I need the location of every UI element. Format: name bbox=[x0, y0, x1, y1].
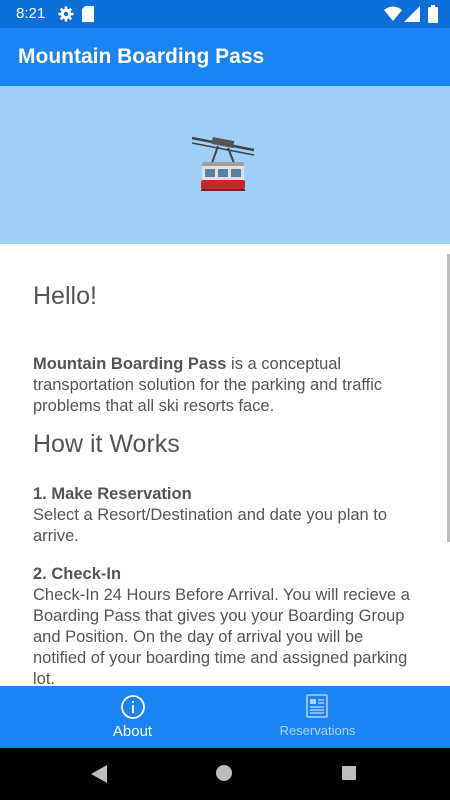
battery-icon bbox=[428, 5, 438, 23]
recents-icon[interactable] bbox=[342, 766, 356, 780]
step-title: 2. Check-In bbox=[33, 565, 122, 583]
sd-card-icon bbox=[82, 6, 94, 22]
about-content[interactable]: Hello! Mountain Boarding Pass is a conce… bbox=[0, 244, 450, 686]
reservations-icon bbox=[306, 694, 328, 718]
hero-banner bbox=[0, 86, 450, 244]
greeting-heading: Hello! bbox=[33, 282, 97, 310]
tab-reservations[interactable]: Reservations bbox=[205, 686, 430, 748]
status-time: 8:21 bbox=[16, 5, 46, 22]
intro-bold: Mountain Boarding Pass bbox=[33, 355, 227, 373]
tab-reservations-label: Reservations bbox=[279, 723, 356, 738]
system-navigation-bar bbox=[0, 748, 450, 800]
status-bar: 8:21 bbox=[0, 0, 450, 28]
intro-paragraph: Mountain Boarding Pass is a conceptual t… bbox=[33, 354, 418, 417]
step-text: Select a Resort/Destination and date you… bbox=[33, 506, 388, 545]
how-it-works-heading: How it Works bbox=[33, 430, 180, 458]
bottom-navigation: About Reservations bbox=[0, 686, 450, 748]
signal-icon bbox=[404, 6, 420, 22]
step-text: Check-In 24 Hours Before Arrival. You wi… bbox=[33, 586, 410, 686]
gondola-cable-car-icon bbox=[191, 136, 255, 191]
back-icon[interactable] bbox=[91, 765, 107, 783]
step-make-reservation: 1. Make Reservation Select a Resort/Dest… bbox=[33, 484, 418, 547]
gear-icon bbox=[58, 6, 74, 22]
home-icon[interactable] bbox=[216, 765, 232, 781]
app-bar: Mountain Boarding Pass bbox=[0, 28, 450, 86]
wifi-icon bbox=[384, 6, 402, 21]
info-icon bbox=[121, 695, 145, 719]
step-check-in: 2. Check-In Check-In 24 Hours Before Arr… bbox=[33, 564, 418, 686]
step-title: 1. Make Reservation bbox=[33, 485, 192, 503]
app-title: Mountain Boarding Pass bbox=[18, 45, 265, 68]
